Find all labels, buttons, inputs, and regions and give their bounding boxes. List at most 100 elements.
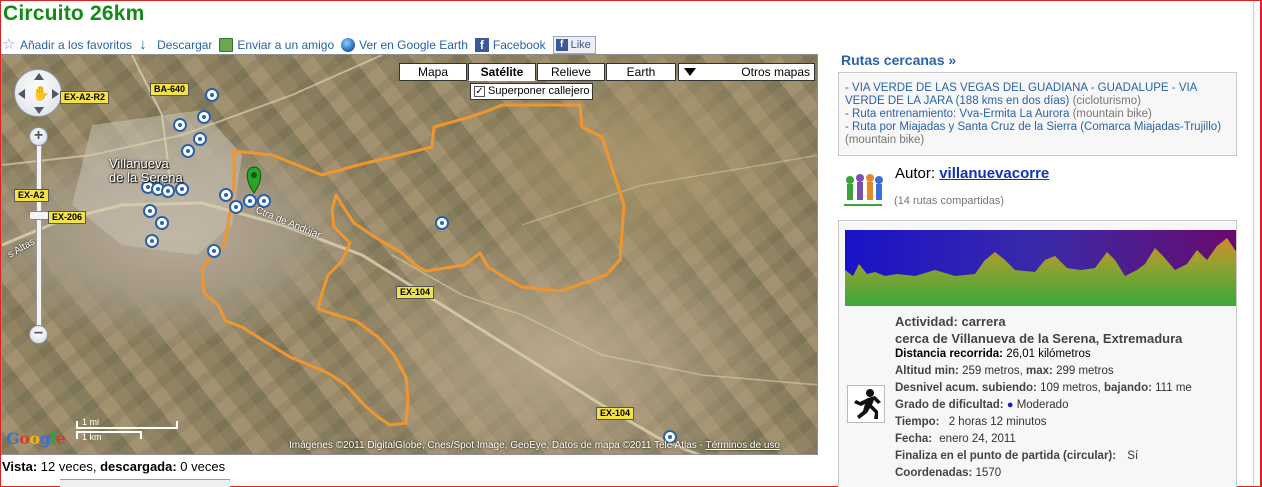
elevation-loss-label: bajando: bbox=[1104, 382, 1152, 394]
author-label: Autor: villanuevacorre bbox=[895, 165, 1049, 182]
scale-bar: 1 mi 1 km bbox=[74, 417, 184, 447]
nearby-routes-title[interactable]: Rutas cercanas » bbox=[841, 52, 956, 68]
author-link[interactable]: villanuevacorre bbox=[939, 165, 1049, 182]
nearby-route-item[interactable]: - Ruta por Miajadas y Santa Cruz de la S… bbox=[845, 121, 1231, 147]
activity-line: Actividad: carrera bbox=[895, 314, 1006, 329]
google-earth-link[interactable]: Ver en Google Earth bbox=[341, 38, 468, 52]
town-label: Villanueva de la Serena bbox=[109, 157, 183, 185]
altitude-max-value: 299 metros bbox=[1056, 365, 1114, 377]
nearby-route-link[interactable]: VIA VERDE DE LAS VEGAS DEL GUADIANA - GU… bbox=[845, 82, 1197, 107]
nearby-route-type: (cicloturismo) bbox=[1072, 95, 1141, 107]
road-shield-ex-104-b: EX-104 bbox=[596, 407, 635, 420]
add-favorite-label: Añadir a los favoritos bbox=[20, 38, 133, 52]
difficulty-line: Grado de dificultad: ● Moderado bbox=[895, 399, 1068, 411]
altitude-max-label: max: bbox=[1026, 365, 1053, 377]
date-value: enero 24, 2011 bbox=[939, 433, 1016, 445]
checkbox-checked-icon[interactable]: ✓ bbox=[474, 86, 485, 97]
other-maps-label: Otros mapas bbox=[741, 65, 810, 79]
add-favorite-link[interactable]: ☆ Añadir a los favoritos bbox=[2, 36, 133, 53]
email-icon bbox=[219, 38, 234, 52]
facebook-like-button[interactable]: f Like bbox=[552, 36, 596, 54]
activity-label: Actividad: bbox=[895, 314, 958, 329]
route-line bbox=[200, 103, 626, 427]
overlay-streets-label: Superponer callejero bbox=[488, 85, 590, 97]
near-line: cerca de Villanueva de la Serena, Extrem… bbox=[895, 331, 1182, 346]
date-label: Fecha: bbox=[895, 433, 933, 445]
star-icon: ☆ bbox=[2, 36, 16, 53]
send-to-friend-label: Enviar a un amigo bbox=[237, 38, 335, 52]
coordinates-label: Coordenadas: bbox=[895, 467, 973, 479]
nearby-route-type: (mountain bike) bbox=[845, 134, 925, 146]
circular-label: Finaliza en el punto de partida (circula… bbox=[895, 450, 1117, 462]
other-maps-dropdown[interactable]: Otros mapas bbox=[678, 63, 815, 81]
route-map[interactable]: Mapa Satélite Relieve Earth Otros mapas … bbox=[1, 54, 818, 455]
difficulty-dot-icon: ● bbox=[1006, 399, 1014, 411]
pan-right-icon[interactable] bbox=[52, 89, 59, 99]
download-arrow-icon: ↓ bbox=[139, 36, 147, 53]
nearby-routes-box: - VIA VERDE DE LAS VEGAS DEL GUADIANA - … bbox=[838, 72, 1237, 156]
overlay-streets-checkbox[interactable]: ✓ Superponer callejero bbox=[470, 83, 593, 100]
scale-mi-label: 1 mi bbox=[82, 417, 100, 427]
road-shield-ex-104-a: EX-104 bbox=[396, 286, 435, 299]
google-logo[interactable]: Google bbox=[6, 429, 66, 448]
nearby-route-item[interactable]: - VIA VERDE DE LAS VEGAS DEL GUADIANA - … bbox=[845, 82, 1231, 108]
facebook-label: Facebook bbox=[492, 38, 546, 52]
coordinates-value: 1570 bbox=[975, 467, 1002, 479]
elevation-gain-value: 109 metros, bbox=[1040, 382, 1101, 394]
distance-line: Distancia recorrida: 26,01 kilómetros bbox=[895, 348, 1091, 360]
terms-of-use-link[interactable]: Términos de uso bbox=[705, 440, 779, 451]
attribution-text: Imágenes ©2011 DigitalGlobe, Cnes/Spot I… bbox=[289, 440, 706, 451]
view-count: Vista: 12 veces, descargada: 0 veces bbox=[2, 459, 225, 474]
road-shield-ex-a2-r2: EX-A2-R2 bbox=[60, 91, 110, 104]
send-to-friend-link[interactable]: Enviar a un amigo bbox=[219, 38, 334, 52]
town-label-line1: Villanueva bbox=[109, 156, 169, 171]
like-label: Like bbox=[570, 39, 591, 51]
map-type-earth[interactable]: Earth bbox=[606, 63, 676, 81]
pan-left-icon[interactable] bbox=[18, 89, 25, 99]
town-label-line2: de la Serena bbox=[109, 170, 183, 185]
nearby-route-link[interactable]: Ruta por Miajadas y Santa Cruz de la Sie… bbox=[852, 121, 1221, 133]
road-shield-ba-640: BA-640 bbox=[150, 83, 190, 96]
altitude-line: Altitud min: 259 metros, max: 299 metros bbox=[895, 365, 1114, 377]
zoom-out-button[interactable]: − bbox=[29, 325, 48, 344]
zoom-slider-handle[interactable] bbox=[29, 211, 49, 220]
downloads-value: 0 veces bbox=[180, 459, 226, 474]
distance-value: 26,01 kilómetros bbox=[1006, 348, 1091, 360]
near-label: cerca de bbox=[895, 331, 948, 346]
elevation-gain-label: Desnivel acum. subiendo: bbox=[895, 382, 1037, 394]
map-type-relieve[interactable]: Relieve bbox=[537, 63, 605, 81]
facebook-icon: f bbox=[474, 38, 489, 52]
author-avatar[interactable] bbox=[838, 164, 888, 214]
pan-down-icon[interactable] bbox=[34, 107, 44, 114]
altitude-min-label: Altitud min: bbox=[895, 365, 959, 377]
google-earth-icon bbox=[341, 38, 356, 52]
circular-value: Sí bbox=[1127, 450, 1139, 462]
map-type-mapa[interactable]: Mapa bbox=[399, 63, 467, 81]
facebook-mini-icon: f bbox=[555, 39, 568, 51]
pan-up-icon[interactable] bbox=[34, 73, 44, 80]
time-label: Tiempo: bbox=[895, 416, 940, 428]
circular-line: Finaliza en el punto de partida (circula… bbox=[895, 450, 1138, 462]
nearby-route-link[interactable]: Ruta entrenamiento: Vva-Ermita La Aurora bbox=[852, 108, 1069, 120]
views-label: Vista: bbox=[2, 459, 38, 474]
zoom-slider-track[interactable] bbox=[36, 144, 42, 340]
coordinates-line: Coordenadas: 1570 bbox=[895, 467, 1001, 479]
nearby-route-item[interactable]: - Ruta entrenamiento: Vva-Ermita La Auro… bbox=[845, 108, 1231, 121]
difficulty-value: Moderado bbox=[1016, 399, 1069, 411]
horizontal-scrollbar[interactable] bbox=[60, 479, 230, 487]
time-line: Tiempo: 2 horas 12 minutos bbox=[895, 416, 1047, 428]
vertical-scrollbar[interactable] bbox=[1253, 2, 1261, 485]
author-routes-count: (14 rutas compartidas) bbox=[894, 195, 1005, 207]
map-type-satelite[interactable]: Satélite bbox=[468, 63, 536, 81]
map-attribution: Imágenes ©2011 DigitalGlobe, Cnes/Spot I… bbox=[289, 440, 780, 451]
facebook-link[interactable]: f Facebook bbox=[474, 38, 546, 52]
page-title: Circuito 26km bbox=[3, 2, 145, 25]
pan-control[interactable]: ✋ bbox=[14, 69, 62, 117]
zoom-in-button[interactable]: + bbox=[29, 127, 48, 146]
elevation-gain-line: Desnivel acum. subiendo: 109 metros, baj… bbox=[895, 382, 1192, 394]
start-marker[interactable] bbox=[246, 166, 262, 194]
download-link[interactable]: ↓ Descargar bbox=[139, 36, 212, 53]
downloads-label: descargada: bbox=[100, 459, 177, 474]
road-shield-ex-a2: EX-A2 bbox=[14, 189, 49, 202]
road-shield-ex-206: EX-206 bbox=[48, 211, 87, 224]
